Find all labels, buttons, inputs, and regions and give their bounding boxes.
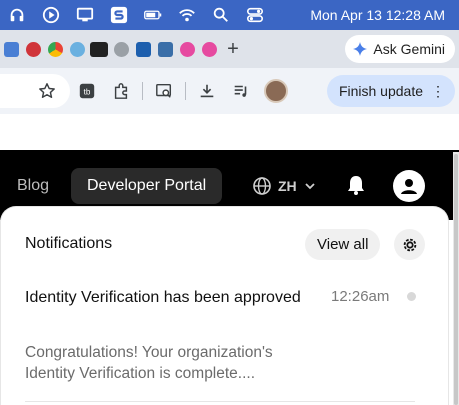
- finish-update-button[interactable]: Finish update ⋮: [326, 75, 455, 107]
- tab-favicon[interactable]: [66, 30, 88, 68]
- wifi-icon[interactable]: [170, 0, 204, 30]
- notification-time: 12:26am: [331, 288, 390, 305]
- more-menu-icon[interactable]: ⋮: [431, 83, 445, 100]
- tab-favicon[interactable]: [22, 30, 44, 68]
- nav-developer-portal-link[interactable]: Developer Portal: [71, 168, 223, 204]
- globe-icon: [253, 177, 271, 195]
- search-icon[interactable]: [204, 0, 238, 30]
- tab-favicon[interactable]: [44, 30, 66, 68]
- notification-title[interactable]: Identity Verification has been approved: [25, 287, 310, 308]
- new-tab-button[interactable]: +: [220, 38, 246, 61]
- profile-avatar[interactable]: [264, 79, 288, 103]
- notification-divider: [25, 401, 415, 402]
- notifications-bell-icon[interactable]: [345, 174, 367, 196]
- browser-toolbar: tb Finish update ⋮: [0, 68, 459, 114]
- gemini-sparkle-icon: [353, 42, 368, 56]
- download-icon[interactable]: [190, 74, 224, 108]
- tab-favicon[interactable]: [198, 30, 220, 68]
- language-selector[interactable]: ZH: [252, 176, 317, 196]
- control-center-icon[interactable]: [238, 0, 272, 30]
- macos-menubar: Mon Apr 13 12:28 AM: [0, 0, 459, 30]
- nav-blog-link[interactable]: Blog: [17, 168, 49, 204]
- battery-icon[interactable]: [136, 0, 170, 30]
- s-app-icon[interactable]: [102, 0, 136, 30]
- user-icon: [401, 179, 417, 194]
- extension-tb-icon[interactable]: tb: [70, 74, 104, 108]
- notification-settings-button[interactable]: [394, 229, 425, 260]
- scrollbar-thumb[interactable]: [454, 154, 458, 405]
- media-queue-icon[interactable]: [224, 74, 258, 108]
- view-all-button[interactable]: View all: [305, 229, 381, 260]
- unread-indicator: [407, 292, 416, 301]
- tab-favicon[interactable]: [0, 30, 22, 68]
- play-circle-icon[interactable]: [34, 0, 68, 30]
- headphones-icon[interactable]: [0, 0, 34, 30]
- display-icon[interactable]: [68, 0, 102, 30]
- tab-search-icon[interactable]: [147, 74, 181, 108]
- svg-text:tb: tb: [84, 88, 91, 97]
- ask-gemini-button[interactable]: Ask Gemini: [345, 35, 455, 63]
- user-account-button[interactable]: [393, 170, 425, 202]
- notifications-panel: Notifications View all Identity Verifica…: [0, 206, 449, 405]
- notifications-title: Notifications: [25, 235, 113, 252]
- gear-icon: [403, 238, 416, 251]
- toolbar-separator: [142, 82, 143, 100]
- bookmark-star-icon[interactable]: [38, 82, 56, 100]
- tab-favicon[interactable]: [176, 30, 198, 68]
- ask-gemini-label: Ask Gemini: [373, 41, 445, 57]
- page-scrollbar[interactable]: [453, 152, 459, 405]
- notification-body[interactable]: Congratulations! Your organization's Ide…: [25, 342, 315, 384]
- extensions-puzzle-icon[interactable]: [104, 74, 138, 108]
- tab-favicon[interactable]: [132, 30, 154, 68]
- tab-favicon[interactable]: [154, 30, 176, 68]
- tab-favicon[interactable]: [88, 30, 110, 68]
- tab-strip: + Ask Gemini: [0, 30, 459, 68]
- page-content: Blog Developer Portal ZH Notifications V…: [0, 114, 459, 405]
- tab-favicon[interactable]: [110, 30, 132, 68]
- toolbar-separator: [185, 82, 186, 100]
- finish-update-label: Finish update: [338, 83, 423, 99]
- menubar-datetime[interactable]: Mon Apr 13 12:28 AM: [310, 7, 459, 23]
- chevron-down-icon: [305, 183, 315, 190]
- language-code: ZH: [278, 178, 297, 194]
- address-bar[interactable]: [0, 74, 70, 108]
